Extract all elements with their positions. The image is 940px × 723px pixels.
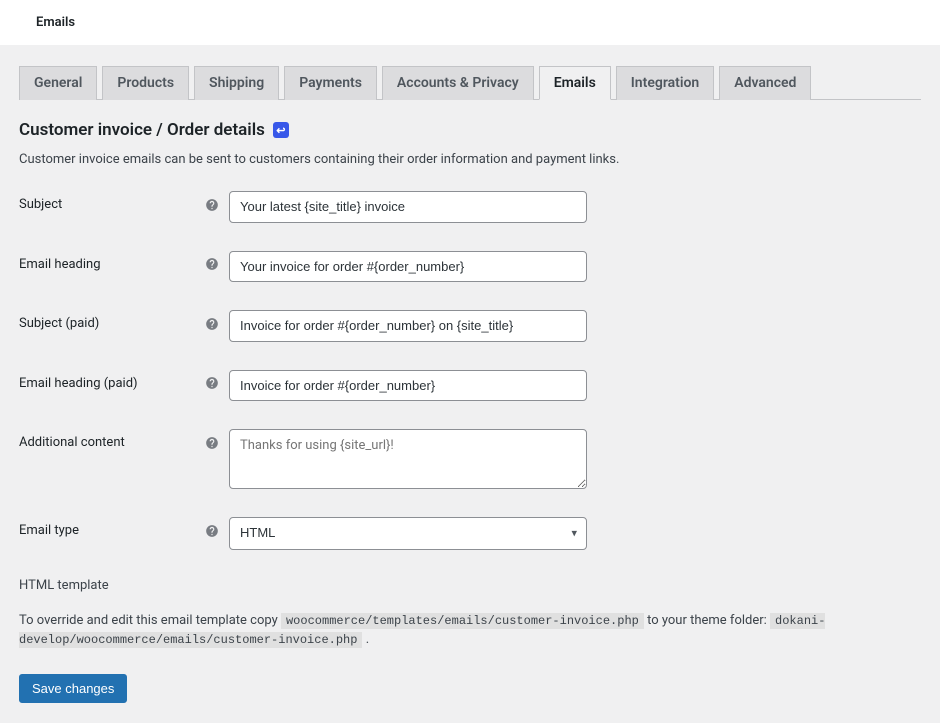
label-subject: Subject xyxy=(19,197,62,212)
template-text-before: To override and edit this email template… xyxy=(19,613,281,628)
template-text: To override and edit this email template… xyxy=(19,611,921,650)
nav-tabs: General Products Shipping Payments Accou… xyxy=(19,65,921,100)
content: General Products Shipping Payments Accou… xyxy=(0,45,940,723)
tab-shipping[interactable]: Shipping xyxy=(194,66,279,100)
tab-emails[interactable]: Emails xyxy=(539,66,611,100)
top-header: Emails xyxy=(0,0,940,45)
label-email-heading: Email heading xyxy=(19,257,101,272)
additional-content-input[interactable] xyxy=(229,429,587,489)
help-icon[interactable] xyxy=(205,376,219,390)
template-text-middle: to your theme folder: xyxy=(644,613,770,628)
page-title-text: Customer invoice / Order details xyxy=(19,120,265,140)
row-subject: Subject xyxy=(19,191,921,223)
help-icon[interactable] xyxy=(205,198,219,212)
help-icon[interactable] xyxy=(205,436,219,450)
email-type-select[interactable]: HTML xyxy=(229,517,587,550)
row-additional-content: Additional content xyxy=(19,429,921,489)
email-heading-paid-input[interactable] xyxy=(229,370,587,402)
tab-advanced[interactable]: Advanced xyxy=(719,66,811,100)
page-title: Customer invoice / Order details ↩ xyxy=(19,120,921,140)
help-icon[interactable] xyxy=(205,524,219,538)
row-email-heading-paid: Email heading (paid) xyxy=(19,370,921,402)
header-title: Emails xyxy=(36,15,75,30)
tab-general[interactable]: General xyxy=(19,66,97,100)
tab-payments[interactable]: Payments xyxy=(284,66,377,100)
label-subject-paid: Subject (paid) xyxy=(19,316,99,331)
row-email-type: Email type HTML ▾ xyxy=(19,517,921,550)
row-email-heading: Email heading xyxy=(19,251,921,283)
row-subject-paid: Subject (paid) xyxy=(19,310,921,342)
tab-products[interactable]: Products xyxy=(102,66,189,100)
return-icon[interactable]: ↩ xyxy=(273,122,289,138)
subject-input[interactable] xyxy=(229,191,587,223)
save-button[interactable]: Save changes xyxy=(19,674,127,703)
label-email-heading-paid: Email heading (paid) xyxy=(19,376,138,391)
template-path-source: woocommerce/templates/emails/customer-in… xyxy=(281,613,644,629)
tab-integration[interactable]: Integration xyxy=(616,66,714,100)
help-icon[interactable] xyxy=(205,317,219,331)
subject-paid-input[interactable] xyxy=(229,310,587,342)
page-description: Customer invoice emails can be sent to c… xyxy=(19,152,921,167)
template-text-after: . xyxy=(362,632,369,647)
email-heading-input[interactable] xyxy=(229,251,587,283)
tab-accounts-privacy[interactable]: Accounts & Privacy xyxy=(382,66,534,100)
label-additional-content: Additional content xyxy=(19,435,125,450)
html-template-heading: HTML template xyxy=(19,578,921,593)
label-email-type: Email type xyxy=(19,523,79,538)
help-icon[interactable] xyxy=(205,257,219,271)
